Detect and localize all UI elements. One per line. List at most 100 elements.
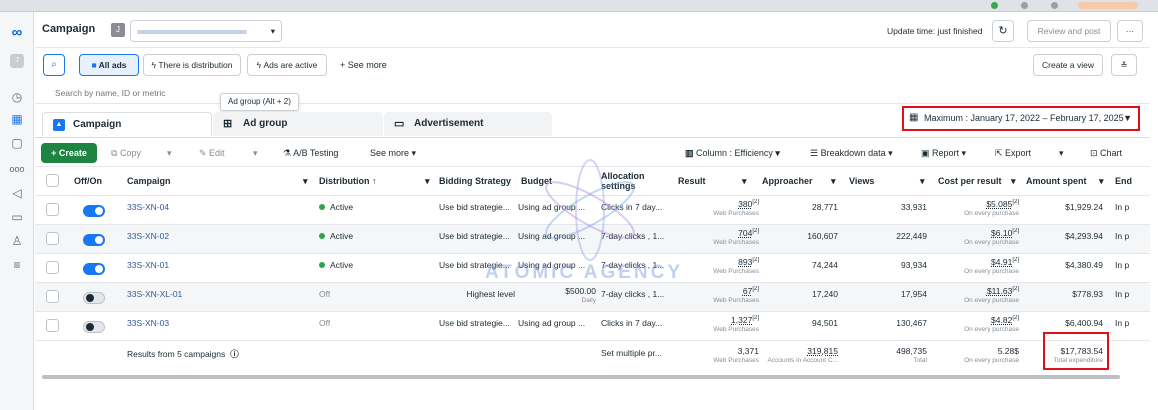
search-icon: ⌕ — [51, 59, 57, 70]
table-row[interactable]: 33S-XN-XL-01 Off Highest level $500.00 Daily… — [35, 282, 1150, 311]
on-off-toggle[interactable] — [83, 234, 105, 246]
tab-ad-group[interactable]: ⊞ Ad group — [213, 112, 383, 136]
copy-dropdown[interactable]: ▾ — [167, 143, 172, 163]
copy-button[interactable]: ⧉ Copy — [111, 143, 141, 163]
grid-icon[interactable]: ▦ — [9, 112, 25, 126]
sort-caret-icon[interactable]: ▾ — [742, 168, 747, 195]
on-off-toggle[interactable] — [83, 263, 105, 275]
account-icon[interactable]: J — [10, 54, 24, 68]
sort-caret-icon[interactable]: ▾ — [303, 168, 308, 195]
table-row[interactable]: 33S-XN-03 Off Use bid strategie... Using ad… — [35, 311, 1150, 340]
info-icon[interactable]: ⓘ — [230, 349, 239, 359]
tab-campaign[interactable]: ▲ Campaign — [42, 112, 212, 136]
on-off-toggle[interactable] — [83, 321, 105, 333]
on-off-toggle[interactable] — [83, 292, 105, 304]
cost-per-result-value[interactable]: $6.10 — [991, 228, 1012, 238]
filter-settings-button[interactable]: ≚ — [1111, 54, 1137, 76]
extension-icon[interactable] — [1021, 2, 1028, 9]
filter-chip-active[interactable]: ϟ Ads are active — [247, 54, 327, 76]
result-value[interactable]: 1,327 — [731, 315, 752, 325]
account-avatar: J — [111, 23, 125, 37]
create-button[interactable]: + Create — [41, 143, 97, 163]
filter-bar: ⌕ ■ All ads ϟ There is distribution ϟ Ad… — [35, 50, 1150, 80]
more-options-button[interactable]: ··· — [1117, 20, 1143, 42]
chart-button[interactable]: ⊡ Chart — [1090, 143, 1122, 163]
cost-per-result-value[interactable]: $4.91 — [991, 257, 1012, 267]
see-more-filters-link[interactable]: + See more — [340, 60, 387, 70]
filter-chip-distribution[interactable]: ϟ There is distribution — [143, 54, 241, 76]
column-header-campaign[interactable]: Campaign — [127, 168, 171, 195]
column-header-distribution[interactable]: Distribution ↑ — [319, 168, 377, 195]
cost-per-result-value[interactable]: $11.63 — [987, 286, 1012, 296]
columns-button[interactable]: ▥ Column : Efficiency ▾ — [685, 143, 780, 163]
result-value[interactable]: 704 — [738, 228, 752, 238]
column-header-bidding[interactable]: Bidding Strategy — [439, 168, 511, 195]
row-checkbox[interactable] — [46, 203, 59, 216]
update-button[interactable] — [1078, 2, 1138, 9]
account-selector[interactable]: ▾ — [130, 20, 282, 42]
edit-dropdown[interactable]: ▾ — [253, 143, 258, 163]
sort-caret-icon[interactable]: ▾ — [831, 168, 836, 195]
sort-caret-icon[interactable]: ▾ — [1011, 168, 1016, 195]
megaphone-icon[interactable]: ◁ — [9, 186, 25, 200]
cost-per-result-value[interactable]: $5.085 — [986, 199, 1012, 209]
campaign-name-link[interactable]: 33S-XN-XL-01 — [127, 289, 182, 299]
column-header-views[interactable]: Views — [849, 168, 874, 195]
campaign-name-link[interactable]: 33S-XN-01 — [127, 260, 169, 270]
create-view-button[interactable]: Create a view — [1033, 54, 1103, 76]
chevron-down-icon: ▾ — [270, 26, 275, 36]
search-toggle-button[interactable]: ⌕ — [43, 54, 65, 76]
toggle-knob — [95, 265, 103, 273]
row-checkbox[interactable] — [46, 261, 59, 274]
pages-icon[interactable]: ▢ — [9, 136, 25, 150]
ab-testing-button[interactable]: ⚗ A/B Testing — [283, 143, 338, 163]
sort-caret-icon[interactable]: ▾ — [920, 168, 925, 195]
campaign-name-link[interactable]: 33S-XN-04 — [127, 202, 169, 212]
column-header-amount-spent[interactable]: Amount spent — [1026, 168, 1087, 195]
row-checkbox[interactable] — [46, 290, 59, 303]
column-header-cost-per-result[interactable]: Cost per result — [938, 168, 1002, 195]
clock-icon[interactable]: ◷ — [9, 90, 25, 104]
export-dropdown[interactable]: ▾ — [1059, 143, 1064, 163]
breakdown-button[interactable]: ☰ Breakdown data ▾ — [810, 143, 893, 163]
refresh-button[interactable]: ↻ — [992, 20, 1014, 42]
result-value[interactable]: 67 — [743, 286, 752, 296]
sort-caret-icon[interactable]: ▾ — [1099, 168, 1104, 195]
menu-icon[interactable]: ≡ — [9, 258, 25, 272]
edit-button[interactable]: ✎ Edit — [199, 143, 225, 163]
all-ads-button[interactable]: ■ All ads — [79, 54, 139, 76]
column-header-end[interactable]: End — [1115, 168, 1132, 195]
horizontal-scrollbar[interactable] — [42, 375, 1120, 379]
people-icon[interactable]: ♙ — [9, 234, 25, 248]
column-header-result[interactable]: Result — [678, 168, 706, 195]
billing-icon[interactable]: ▭ — [9, 210, 25, 224]
campaign-name-link[interactable]: 33S-XN-02 — [127, 231, 169, 241]
tab-advertisement[interactable]: ▭ Advertisement — [384, 112, 552, 136]
on-off-toggle[interactable] — [83, 205, 105, 217]
sort-caret-icon[interactable]: ▾ — [425, 168, 430, 195]
review-and-post-button[interactable]: Review and post — [1027, 20, 1111, 42]
report-button[interactable]: ▣ Report ▾ — [921, 143, 966, 163]
budget-value: $500.00 — [565, 286, 596, 296]
row-checkbox[interactable] — [46, 232, 59, 245]
column-header-offon[interactable]: Off/On — [74, 168, 102, 195]
profile-icon[interactable] — [1051, 2, 1058, 9]
audience-icon[interactable]: ooo — [9, 162, 25, 176]
extension-icon[interactable] — [991, 2, 998, 9]
select-all-checkbox[interactable] — [46, 174, 59, 187]
result-value[interactable]: 893 — [738, 257, 752, 267]
see-more-button[interactable]: See more ▾ — [370, 143, 416, 163]
export-label: Export — [1005, 148, 1032, 158]
column-header-approacher[interactable]: Approacher — [762, 168, 813, 195]
row-checkbox[interactable] — [46, 319, 59, 332]
export-button[interactable]: ⇱ Export — [995, 143, 1031, 163]
amount-spent-value: $778.93 — [1072, 289, 1103, 299]
result-value[interactable]: 380 — [738, 199, 752, 209]
pencil-icon: ✎ — [199, 148, 210, 158]
cost-per-result-value[interactable]: $4.82 — [991, 315, 1012, 325]
totals-cost-per-result-value: 5.28$ — [997, 346, 1019, 356]
approacher-value: 94,501 — [812, 318, 838, 328]
campaign-name-link[interactable]: 33S-XN-03 — [127, 318, 169, 328]
meta-logo-icon[interactable]: ∞ — [9, 25, 25, 40]
ab-label: A/B Testing — [293, 148, 339, 158]
